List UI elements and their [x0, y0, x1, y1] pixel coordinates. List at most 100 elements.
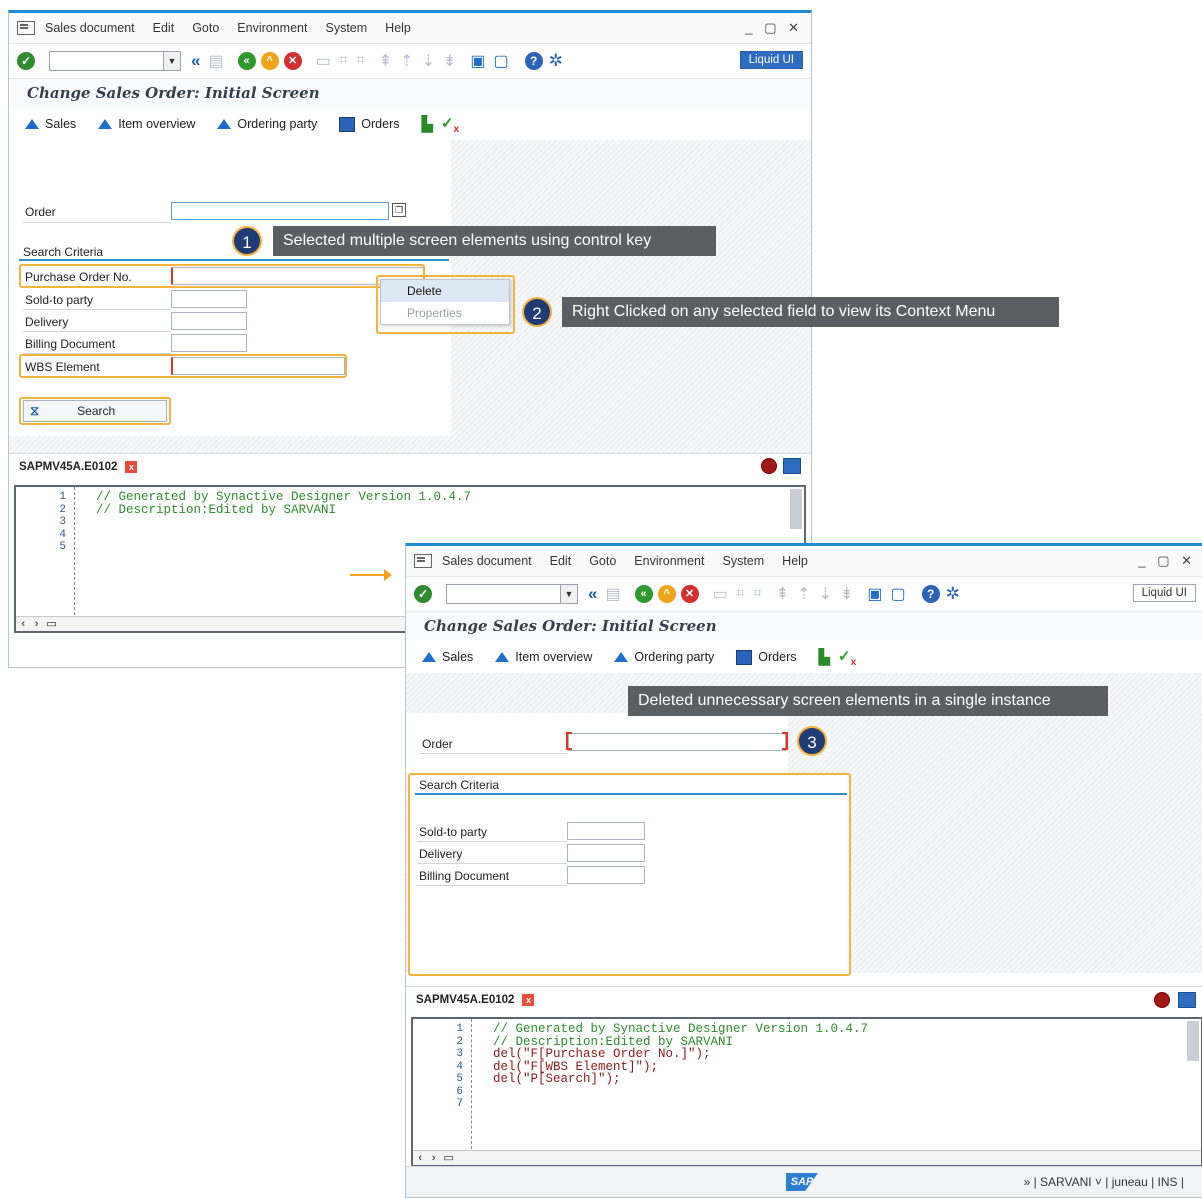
new-session-icon[interactable]: ▣	[470, 51, 485, 71]
exit-icon[interactable]: ^	[260, 52, 279, 70]
check-cancel-icon[interactable]: ✓x	[838, 647, 856, 668]
shortcut-icon[interactable]: ▢	[494, 51, 509, 71]
close-icon[interactable]: x	[522, 994, 535, 1006]
sales-label: Sales	[45, 117, 77, 131]
chevron-down-icon[interactable]: ▼	[163, 52, 180, 70]
sold-to-input[interactable]	[171, 290, 247, 308]
menu-goto[interactable]: Goto	[589, 554, 616, 568]
save-script-icon[interactable]	[783, 458, 801, 474]
menu-bar: Sales document Edit Goto Environment Sys…	[406, 546, 1202, 577]
back-icon[interactable]: «	[634, 585, 653, 603]
enter-icon[interactable]: ✓	[17, 52, 35, 70]
prev-page-icon[interactable]: ⇡	[797, 584, 810, 604]
menu-sales-document[interactable]: Sales document	[442, 554, 532, 568]
menu-environment[interactable]: Environment	[634, 554, 704, 568]
record-icon[interactable]	[761, 458, 777, 474]
sales-button[interactable]: Sales	[422, 650, 473, 664]
line-number: 2	[456, 1035, 463, 1048]
mountain-icon	[25, 119, 39, 129]
delivery-input[interactable]	[171, 312, 247, 330]
editor-hscroll[interactable]: ‹ › ▭	[413, 1150, 1201, 1165]
menu-edit[interactable]: Edit	[550, 554, 572, 568]
menu-help[interactable]: Help	[385, 21, 411, 35]
orders-button[interactable]: Orders	[339, 116, 400, 132]
item-overview-button[interactable]: Item overview	[495, 650, 592, 664]
sales-button[interactable]: Sales	[25, 117, 76, 131]
document-icon[interactable]: ▙	[819, 648, 831, 666]
menu-icon[interactable]	[17, 21, 35, 35]
enter-icon[interactable]: ✓	[414, 585, 432, 603]
next-page-icon[interactable]: ⇣	[422, 51, 435, 71]
document-icon[interactable]: ▙	[422, 115, 434, 133]
help-icon[interactable]: ?	[524, 52, 543, 70]
menu-edit[interactable]: Edit	[153, 21, 175, 35]
orders-button[interactable]: Orders	[736, 649, 797, 665]
check-cancel-icon[interactable]: ✓x	[441, 114, 459, 135]
cancel-icon[interactable]: ✕	[283, 52, 302, 70]
code-comment: // Generated by Synactive Designer Versi…	[493, 1022, 869, 1036]
gear-icon[interactable]: ✲	[946, 584, 960, 604]
script-tab[interactable]: SAPMV45A.E0102 x	[9, 453, 811, 480]
exit-icon[interactable]: ^	[657, 585, 676, 603]
record-icon[interactable]	[1154, 992, 1170, 1008]
find-next-icon[interactable]: ⌗	[753, 585, 762, 603]
delete-menu-item[interactable]: Delete	[381, 280, 509, 302]
print-icon[interactable]: ▭	[713, 584, 728, 604]
cancel-icon[interactable]: ✕	[680, 585, 699, 603]
save-icon[interactable]: ▤	[605, 584, 620, 604]
scrollbar[interactable]	[790, 489, 802, 529]
find-next-icon[interactable]: ⌗	[356, 52, 365, 70]
script-tab[interactable]: SAPMV45A.E0102 x	[406, 986, 1202, 1013]
menu-system[interactable]: System	[722, 554, 764, 568]
chevron-down-icon[interactable]: ▼	[560, 585, 577, 603]
next-page-icon[interactable]: ⇣	[819, 584, 832, 604]
shortcut-icon[interactable]: ▢	[891, 584, 906, 604]
menu-help[interactable]: Help	[782, 554, 808, 568]
menu-sales-document[interactable]: Sales document	[45, 21, 135, 35]
script-name: SAPMV45A.E0102	[416, 994, 515, 1006]
window-controls[interactable]: _ ▢ ✕	[1138, 553, 1196, 569]
line-number: 1	[59, 491, 66, 503]
scrollbar[interactable]	[1187, 1021, 1199, 1061]
prev-page-icon[interactable]: ⇡	[400, 51, 413, 71]
gear-icon[interactable]: ✲	[549, 51, 563, 71]
liquid-ui-button[interactable]: Liquid UI	[1132, 584, 1196, 602]
order-input[interactable]	[568, 733, 786, 751]
properties-menu-item[interactable]: Properties	[381, 302, 509, 324]
save-icon[interactable]: ▤	[208, 51, 223, 71]
command-field[interactable]: ▼	[49, 51, 181, 71]
status-text[interactable]: » | SARVANI ˅ | juneau | INS |	[1024, 1175, 1184, 1189]
command-field[interactable]: ▼	[446, 584, 578, 604]
first-page-icon[interactable]: ⇞	[379, 51, 392, 71]
line-number: 5	[456, 1073, 463, 1085]
back-arrows-icon[interactable]: «	[191, 51, 200, 71]
help-icon[interactable]: ?	[921, 585, 940, 603]
last-page-icon[interactable]: ⇟	[840, 584, 853, 604]
bracket-left	[566, 732, 572, 750]
last-page-icon[interactable]: ⇟	[443, 51, 456, 71]
first-page-icon[interactable]: ⇞	[776, 584, 789, 604]
copy-icon[interactable]: ❐	[392, 203, 406, 217]
menu-environment[interactable]: Environment	[237, 21, 307, 35]
print-icon[interactable]: ▭	[316, 51, 331, 71]
new-session-icon[interactable]: ▣	[867, 584, 882, 604]
find-icon[interactable]: ⌗	[339, 52, 348, 70]
item-overview-button[interactable]: Item overview	[98, 117, 195, 131]
save-script-icon[interactable]	[1178, 992, 1196, 1008]
back-icon[interactable]: «	[237, 52, 256, 70]
order-input[interactable]	[171, 202, 389, 220]
back-arrows-icon[interactable]: «	[588, 584, 597, 604]
close-icon[interactable]: x	[125, 461, 138, 473]
ordering-party-button[interactable]: Ordering party	[614, 650, 714, 664]
menu-system[interactable]: System	[325, 21, 367, 35]
menu-icon[interactable]	[414, 554, 432, 568]
liquid-ui-button[interactable]: Liquid UI	[739, 51, 803, 69]
billing-input[interactable]	[171, 334, 247, 352]
menu-goto[interactable]: Goto	[192, 21, 219, 35]
ordering-party-button[interactable]: Ordering party	[217, 117, 317, 131]
find-icon[interactable]: ⌗	[736, 585, 745, 603]
window-controls[interactable]: _ ▢ ✕	[745, 20, 803, 36]
code-comment: // Description:Edited by SARVANI	[96, 502, 337, 517]
sold-to-label: Sold-to party	[25, 293, 94, 307]
script-editor[interactable]: 1 2 3 4 5 6 7 // Generated by Synactive …	[411, 1017, 1202, 1167]
